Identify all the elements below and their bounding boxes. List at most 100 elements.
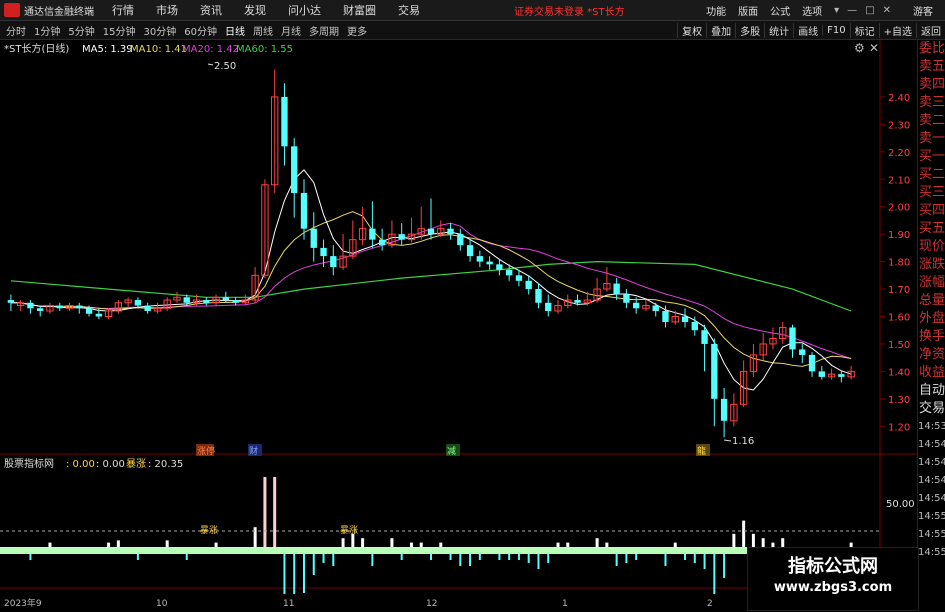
candle-down[interactable] <box>691 321 698 331</box>
side-outer[interactable]: 外盘 <box>918 310 945 328</box>
candle-down[interactable] <box>95 313 102 317</box>
maximize-icon[interactable]: □ <box>865 5 874 16</box>
candle-down[interactable] <box>27 302 34 309</box>
add-watchlist-button[interactable]: +自选 <box>878 22 916 38</box>
multi-stock-button[interactable]: 多股 <box>735 22 764 38</box>
candle-down[interactable] <box>183 297 190 303</box>
candle-down[interactable] <box>613 283 620 295</box>
period-1min[interactable]: 1分钟 <box>34 23 60 38</box>
candle-down[interactable] <box>232 300 239 303</box>
candle-down[interactable] <box>281 96 288 147</box>
candle-down[interactable] <box>330 256 337 268</box>
candle-down[interactable] <box>515 275 523 281</box>
period-monthly[interactable]: 月线 <box>281 23 301 38</box>
candle-down[interactable] <box>85 308 93 314</box>
period-tick[interactable]: 分时 <box>6 23 26 38</box>
candle-down[interactable] <box>496 264 503 270</box>
menu-news[interactable]: 资讯 <box>200 2 222 18</box>
period-multi[interactable]: 多周期 <box>309 23 339 38</box>
candle-down[interactable] <box>535 289 542 303</box>
side-change-pct[interactable]: 涨幅 <box>918 274 945 292</box>
candle-down[interactable] <box>300 192 308 229</box>
period-weekly[interactable]: 周线 <box>253 23 273 38</box>
candle-down[interactable] <box>457 234 464 246</box>
settings-icon[interactable]: ⚙ <box>854 41 865 55</box>
candle-down[interactable] <box>291 146 298 193</box>
candle-down[interactable] <box>711 343 718 399</box>
draw-button[interactable]: 画线 <box>793 22 822 38</box>
candle-down[interactable] <box>476 256 484 262</box>
candle-down[interactable] <box>222 297 230 301</box>
adjust-button[interactable]: 复权 <box>677 22 706 38</box>
login-status[interactable]: 证券交易未登录 *ST长方 <box>514 3 625 18</box>
candle-down[interactable] <box>203 300 210 303</box>
candle-down[interactable] <box>652 305 659 312</box>
menu-ask[interactable]: 问小达 <box>288 2 321 18</box>
side-bid1[interactable]: 买一 <box>918 148 945 166</box>
period-30min[interactable]: 30分钟 <box>143 23 176 38</box>
candle-down[interactable] <box>799 349 806 355</box>
candle-down[interactable] <box>505 269 513 276</box>
side-bid-ratio[interactable]: 委比 <box>918 40 945 58</box>
candle-down[interactable] <box>623 294 630 303</box>
guest-label[interactable]: 游客 <box>913 3 933 18</box>
candle-down[interactable] <box>701 330 708 344</box>
chart-area[interactable]: *ST长方(日线) MA5: 1.39 MA10: 1.41 MA20: 1.4… <box>0 40 917 612</box>
side-bid2[interactable]: 买二 <box>918 166 945 184</box>
side-trade[interactable]: 交易 <box>918 400 945 418</box>
menu-function[interactable]: 功能 <box>706 3 726 18</box>
side-ask3[interactable]: 卖三 <box>918 94 945 112</box>
side-volume[interactable]: 总量 <box>918 292 945 310</box>
menu-market[interactable]: 行情 <box>112 2 134 18</box>
menu-trade[interactable]: 交易 <box>398 2 420 18</box>
f10-button[interactable]: F10 <box>822 24 849 36</box>
period-5min[interactable]: 5分钟 <box>68 23 94 38</box>
candle-down[interactable] <box>369 228 376 240</box>
collapse-icon[interactable]: ✕ <box>869 41 879 55</box>
candle-down[interactable] <box>838 374 845 377</box>
side-ask5[interactable]: 卖五 <box>918 58 945 76</box>
kline-chart[interactable]: *ST长方(日线) MA5: 1.39 MA10: 1.41 MA20: 1.4… <box>0 40 917 609</box>
side-price[interactable]: 现价 <box>918 238 945 256</box>
side-turnover[interactable]: 换手 <box>918 328 945 346</box>
side-bid5[interactable]: 买五 <box>918 220 945 238</box>
period-60min[interactable]: 60分钟 <box>184 23 217 38</box>
side-auto[interactable]: 自动 <box>918 382 945 400</box>
candle-down[interactable] <box>7 300 15 303</box>
period-more[interactable]: 更多 <box>347 23 367 38</box>
minimize-icon[interactable]: — <box>847 5 857 16</box>
mark-button[interactable]: 标记 <box>849 22 879 38</box>
back-button[interactable]: 返回 <box>916 22 945 38</box>
candle-down[interactable] <box>76 305 83 309</box>
candle-down[interactable] <box>134 300 142 306</box>
candle-down[interactable] <box>37 308 44 312</box>
side-bid3[interactable]: 买三 <box>918 184 945 202</box>
stats-button[interactable]: 统计 <box>764 22 793 38</box>
menu-layout[interactable]: 版面 <box>738 3 758 18</box>
overlay-button[interactable]: 叠加 <box>706 22 735 38</box>
candle-down[interactable] <box>545 302 552 312</box>
candle-down[interactable] <box>486 261 493 265</box>
side-ask4[interactable]: 卖四 <box>918 76 945 94</box>
candle-down[interactable] <box>447 228 454 235</box>
candle-down[interactable] <box>818 371 825 377</box>
candle-down[interactable] <box>720 398 728 421</box>
candle-down[interactable] <box>427 228 435 235</box>
indicator-name[interactable]: 股票指标网 <box>4 457 54 470</box>
side-earnings[interactable]: 收益 <box>918 364 945 382</box>
side-bid4[interactable]: 买四 <box>918 202 945 220</box>
candle-down[interactable] <box>662 311 669 322</box>
candle-down[interactable] <box>144 305 151 312</box>
candle-down[interactable] <box>574 300 581 303</box>
period-15min[interactable]: 15分钟 <box>103 23 136 38</box>
candle-down[interactable] <box>378 239 386 246</box>
menu-discover[interactable]: 发现 <box>244 2 266 18</box>
candle-down[interactable] <box>320 247 327 257</box>
close-icon[interactable]: ✕ <box>883 5 891 16</box>
menu-formula[interactable]: 公式 <box>770 3 790 18</box>
dropdown-icon[interactable]: ▾ <box>834 5 839 16</box>
candle-down[interactable] <box>398 234 405 240</box>
candle-down[interactable] <box>808 354 816 372</box>
candle-down[interactable] <box>681 316 689 322</box>
candle-down[interactable] <box>466 245 474 257</box>
